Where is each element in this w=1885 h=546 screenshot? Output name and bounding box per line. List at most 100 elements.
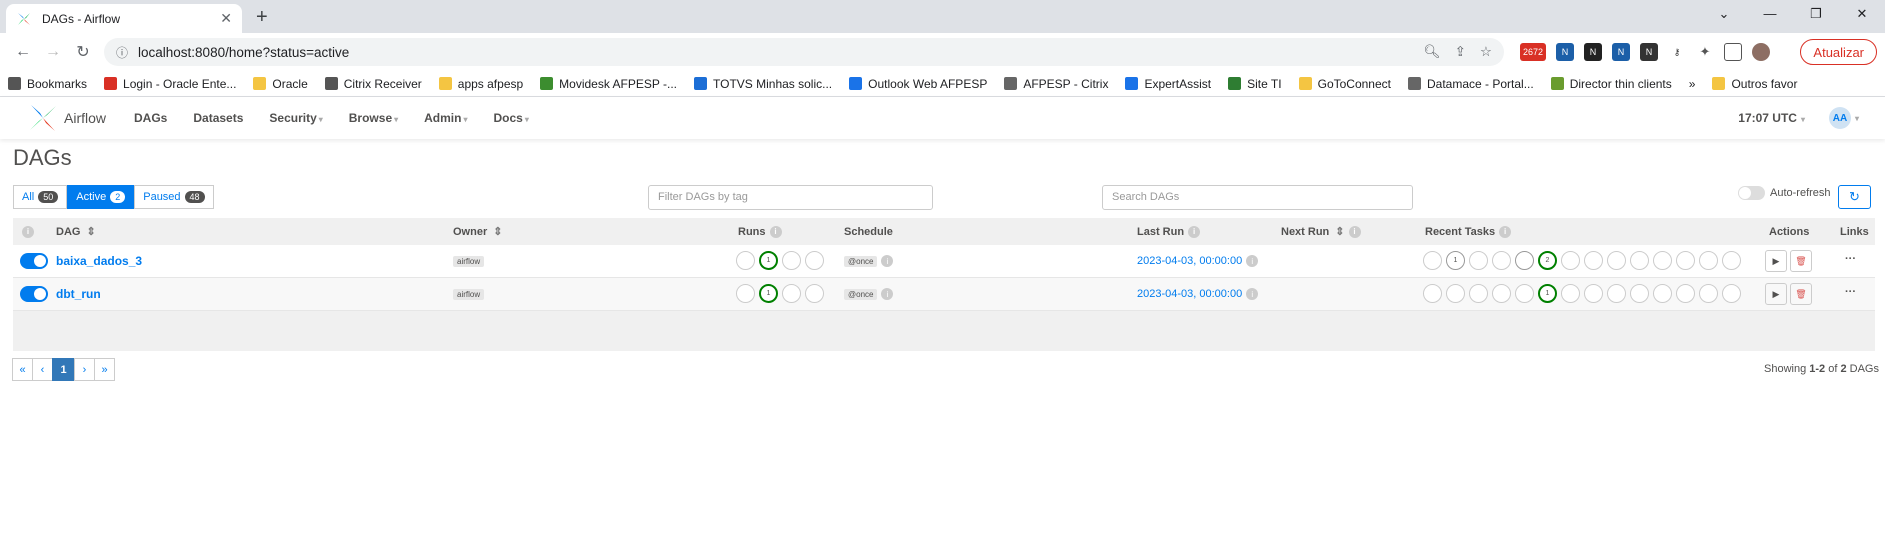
delete-dag-button[interactable]: 🗑︎ xyxy=(1790,250,1812,272)
task-state-circle[interactable] xyxy=(1561,284,1580,303)
task-state-circle[interactable] xyxy=(1423,251,1442,270)
task-state-circle[interactable] xyxy=(1515,251,1534,270)
task-state-circle[interactable] xyxy=(1722,284,1741,303)
gmail-icon[interactable]: 2672 xyxy=(1520,43,1546,61)
filter-paused-button[interactable]: Paused 48 xyxy=(134,185,214,209)
address-bar[interactable]: ⓘ localhost:8080/home?status=active 🔍︎ ⇪… xyxy=(104,38,1504,66)
menu-docs[interactable]: Docs ▾ xyxy=(494,111,529,125)
close-icon[interactable]: ✕ xyxy=(220,10,232,27)
close-window-icon[interactable]: ✕ xyxy=(1839,0,1885,28)
col-next-run[interactable]: Next Run ⇕ i xyxy=(1281,225,1361,238)
task-state-circle[interactable] xyxy=(1607,284,1626,303)
bookmark-item[interactable]: apps afpesp xyxy=(438,77,523,91)
bookmark-item[interactable]: Movidesk AFPESP -... xyxy=(540,77,677,91)
bookmark-item[interactable]: Citrix Receiver xyxy=(324,77,422,91)
task-state-circle[interactable] xyxy=(1699,251,1718,270)
bookmark-item[interactable]: GoToConnect xyxy=(1298,77,1391,91)
bookmark-item[interactable]: Oracle xyxy=(253,77,308,91)
next-page-button[interactable]: › xyxy=(74,358,95,381)
key-icon[interactable]: ⚷ xyxy=(1668,43,1686,61)
first-page-button[interactable]: « xyxy=(12,358,33,381)
run-state-queued[interactable] xyxy=(736,284,755,303)
task-state-circle[interactable] xyxy=(1469,284,1488,303)
owner-tag[interactable]: airflow xyxy=(453,256,485,267)
extension-icon[interactable]: N xyxy=(1612,43,1630,61)
task-state-circle[interactable] xyxy=(1584,284,1603,303)
links-menu-icon[interactable]: ··· xyxy=(1845,286,1856,298)
extension-icon[interactable]: N xyxy=(1556,43,1574,61)
share-icon[interactable]: ⇪ xyxy=(1455,44,1466,60)
task-state-circle[interactable] xyxy=(1515,284,1534,303)
task-state-circle[interactable] xyxy=(1653,284,1672,303)
more-bookmarks-icon[interactable]: » xyxy=(1689,77,1696,91)
run-state-queued[interactable] xyxy=(736,251,755,270)
dag-link[interactable]: dbt_run xyxy=(56,287,101,301)
sidebar-icon[interactable] xyxy=(1724,43,1742,61)
last-run-cell[interactable]: 2023-04-03, 00:00:00 i xyxy=(1137,288,1259,300)
run-state-running[interactable] xyxy=(782,251,801,270)
reload-icon[interactable]: ↻ xyxy=(68,42,98,62)
bookmark-item[interactable]: Director thin clients xyxy=(1550,77,1672,91)
dag-pause-toggle[interactable] xyxy=(20,286,48,302)
trigger-dag-button[interactable]: ▶ xyxy=(1765,283,1787,305)
bookmark-item[interactable]: Login - Oracle Ente... xyxy=(104,77,236,91)
new-tab-icon[interactable]: + xyxy=(256,6,268,29)
last-page-button[interactable]: » xyxy=(94,358,115,381)
bookmark-item[interactable]: Site TI xyxy=(1228,77,1282,91)
run-state-success[interactable]: 1 xyxy=(759,284,778,303)
task-state-success[interactable]: 2 xyxy=(1538,251,1557,270)
run-state-failed[interactable] xyxy=(805,284,824,303)
zoom-icon[interactable]: 🔍︎ xyxy=(1423,44,1440,60)
timezone-menu[interactable]: 17:07 UTC ▾ xyxy=(1738,111,1805,125)
task-state-circle[interactable] xyxy=(1423,284,1442,303)
browser-tab[interactable]: DAGs - Airflow ✕ xyxy=(6,4,242,33)
task-state-circle[interactable] xyxy=(1676,251,1695,270)
task-state-circle[interactable] xyxy=(1630,284,1649,303)
bookmark-item[interactable]: Bookmarks xyxy=(8,77,87,91)
site-info-icon[interactable]: ⓘ xyxy=(116,44,128,61)
task-state-circle[interactable] xyxy=(1607,251,1626,270)
task-state-removed[interactable]: 1 xyxy=(1446,251,1465,270)
bookmark-item[interactable]: Datamace - Portal... xyxy=(1408,77,1534,91)
refresh-button[interactable]: ↻ xyxy=(1838,185,1871,209)
restore-icon[interactable]: ❐ xyxy=(1793,0,1839,28)
dag-pause-toggle[interactable] xyxy=(20,253,48,269)
task-state-circle[interactable] xyxy=(1469,251,1488,270)
dag-link[interactable]: baixa_dados_3 xyxy=(56,254,142,268)
task-state-success[interactable]: 1 xyxy=(1538,284,1557,303)
task-state-circle[interactable] xyxy=(1653,251,1672,270)
chevron-down-icon[interactable]: ⌄ xyxy=(1701,0,1747,28)
owner-tag[interactable]: airflow xyxy=(453,289,485,300)
trigger-dag-button[interactable]: ▶ xyxy=(1765,250,1787,272)
extension-icon[interactable]: N xyxy=(1584,43,1602,61)
back-icon[interactable]: ← xyxy=(8,43,38,61)
bookmark-item[interactable]: ExpertAssist xyxy=(1125,77,1211,91)
update-button[interactable]: Atualizar xyxy=(1800,39,1877,65)
menu-admin[interactable]: Admin ▾ xyxy=(424,111,467,125)
run-state-failed[interactable] xyxy=(805,251,824,270)
minimize-icon[interactable]: — xyxy=(1747,0,1793,28)
profile-avatar[interactable] xyxy=(1752,43,1770,61)
other-bookmarks-folder[interactable]: Outros favor xyxy=(1712,77,1797,91)
star-icon[interactable]: ☆ xyxy=(1480,44,1492,60)
menu-browse[interactable]: Browse ▾ xyxy=(349,111,398,125)
run-state-success[interactable]: 1 xyxy=(759,251,778,270)
menu-dags[interactable]: DAGs xyxy=(134,111,167,125)
task-state-circle[interactable] xyxy=(1492,251,1511,270)
run-state-running[interactable] xyxy=(782,284,801,303)
last-run-cell[interactable]: 2023-04-03, 00:00:00 i xyxy=(1137,255,1259,267)
prev-page-button[interactable]: ‹ xyxy=(32,358,53,381)
delete-dag-button[interactable]: 🗑︎ xyxy=(1790,283,1812,305)
bookmark-item[interactable]: Outlook Web AFPESP xyxy=(849,77,987,91)
airflow-logo[interactable]: Airflow xyxy=(26,101,106,135)
search-dags-input[interactable]: Search DAGs xyxy=(1102,185,1413,210)
task-state-circle[interactable] xyxy=(1722,251,1741,270)
task-state-circle[interactable] xyxy=(1584,251,1603,270)
filter-all-button[interactable]: All 50 xyxy=(13,185,68,209)
filter-active-button[interactable]: Active 2 xyxy=(67,185,135,209)
menu-security[interactable]: Security ▾ xyxy=(269,111,322,125)
tag-filter-input[interactable]: Filter DAGs by tag xyxy=(648,185,933,210)
task-state-circle[interactable] xyxy=(1699,284,1718,303)
extension-icon[interactable]: N xyxy=(1640,43,1658,61)
task-state-circle[interactable] xyxy=(1676,284,1695,303)
